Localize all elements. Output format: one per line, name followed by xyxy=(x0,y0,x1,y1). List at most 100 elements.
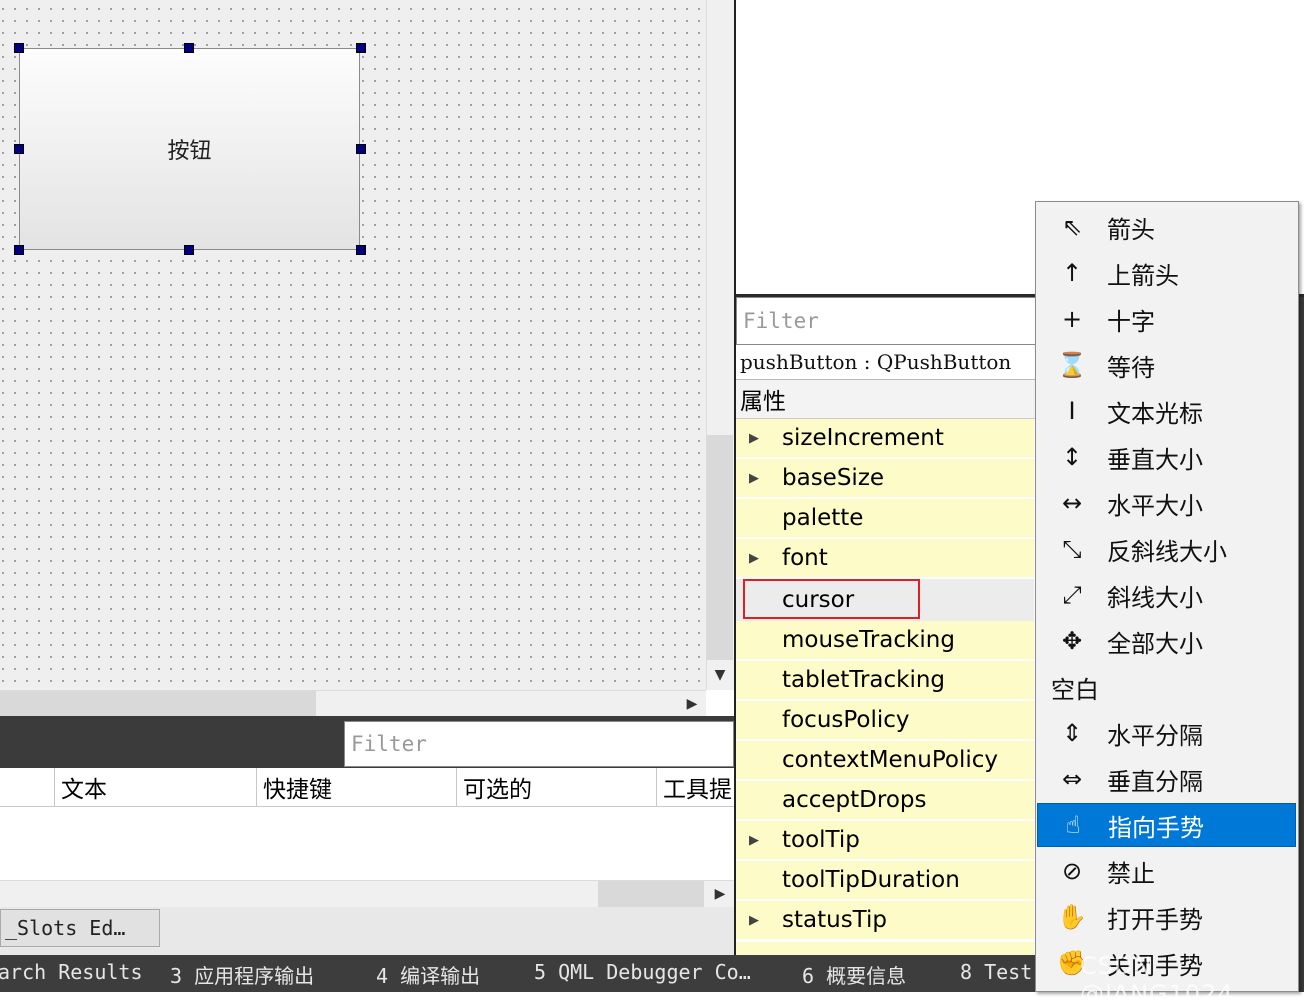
cursor-menu-label: 箭头 xyxy=(1107,215,1155,244)
qml-debugger-tab[interactable]: 5 QML Debugger Co… xyxy=(534,960,751,984)
resize-handle[interactable] xyxy=(14,245,24,255)
expand-arrow-icon[interactable]: ▶ xyxy=(736,913,772,928)
canvas-horizontal-scroll-thumb[interactable] xyxy=(0,691,316,716)
open-hand-icon: ✋ xyxy=(1057,903,1087,931)
resize-handle[interactable] xyxy=(14,144,24,154)
expand-arrow-icon[interactable]: ▶ xyxy=(736,471,772,486)
resize-handle[interactable] xyxy=(184,43,194,53)
test-results-tab[interactable]: 8 Test xyxy=(960,960,1032,984)
property-name: mouseTracking xyxy=(782,627,955,653)
arrow-cursor-icon: ⇖ xyxy=(1061,213,1083,241)
property-row-focusPolicy[interactable]: focusPolicy xyxy=(736,701,1034,741)
cursor-menu-label: 打开手势 xyxy=(1107,905,1203,934)
cursor-menu-item[interactable]: I 文本光标 xyxy=(1037,389,1296,433)
search-results-tab[interactable]: arch Results xyxy=(0,960,143,984)
cursor-menu-item[interactable]: ↑ 上箭头 xyxy=(1037,251,1296,295)
object-class-label: pushButton : QPushButton xyxy=(736,345,1040,380)
cursor-menu-label: 斜线大小 xyxy=(1107,583,1203,612)
property-row-baseSize[interactable]: ▶ baseSize xyxy=(736,459,1034,499)
panel-right-edge xyxy=(1299,297,1304,992)
cursor-menu-label: 水平大小 xyxy=(1107,491,1203,520)
cursor-highlight-box xyxy=(743,579,920,619)
expand-arrow-icon[interactable]: ▶ xyxy=(736,833,772,848)
compile-output-tab[interactable]: 4 编译输出 xyxy=(376,960,480,989)
column-header-checkable[interactable]: 可选的 xyxy=(456,768,656,806)
canvas-vertical-scroll-thumb[interactable] xyxy=(707,435,733,660)
property-name: palette xyxy=(782,505,864,531)
column-header-text[interactable]: 文本 xyxy=(54,768,256,806)
property-row-palette[interactable]: palette xyxy=(736,499,1034,539)
scroll-right-arrow-icon[interactable]: ▶ xyxy=(706,881,734,907)
property-row-partial xyxy=(736,942,1034,955)
cursor-menu-item[interactable]: 空白 xyxy=(1037,665,1296,709)
cursor-menu-item[interactable]: ✥ 全部大小 xyxy=(1037,619,1296,663)
cursor-menu-item[interactable]: ⇔ 垂直分隔 xyxy=(1037,757,1296,801)
cursor-menu-item[interactable]: + 十字 xyxy=(1037,297,1296,341)
cursor-menu-label: 水平分隔 xyxy=(1107,721,1203,750)
property-name: acceptDrops xyxy=(782,787,927,813)
property-row-statusTip[interactable]: ▶ statusTip xyxy=(736,901,1034,941)
hourglass-icon: ⌛ xyxy=(1057,351,1087,379)
cursor-menu-item[interactable]: ⇕ 水平分隔 xyxy=(1037,711,1296,755)
column-header-shortcut[interactable]: 快捷键 xyxy=(256,768,456,806)
expand-arrow-icon[interactable]: ▶ xyxy=(736,431,772,446)
property-row-toolTip[interactable]: ▶ toolTip xyxy=(736,821,1034,861)
action-scroll-thumb[interactable] xyxy=(598,881,704,907)
action-filter-input[interactable]: Filter xyxy=(344,721,734,767)
expand-arrow-icon[interactable]: ▶ xyxy=(736,551,772,566)
cursor-menu-item[interactable]: ⊘ 禁止 xyxy=(1037,849,1296,893)
size-hor-icon: ↔ xyxy=(1061,489,1083,517)
scroll-right-arrow-icon[interactable]: ▶ xyxy=(679,691,705,716)
property-row-acceptDrops[interactable]: acceptDrops xyxy=(736,781,1034,821)
cursor-menu-item[interactable]: ⌛ 等待 xyxy=(1037,343,1296,387)
property-name: toolTipDuration xyxy=(782,867,960,893)
cursor-menu-item[interactable]: ✋ 打开手势 xyxy=(1037,895,1296,939)
resize-handle[interactable] xyxy=(184,245,194,255)
push-button-label: 按钮 xyxy=(167,139,212,164)
cursor-menu-label: 等待 xyxy=(1107,353,1155,382)
scroll-down-arrow-icon[interactable]: ▼ xyxy=(707,662,733,688)
cursor-menu-item[interactable]: ⤢ 斜线大小 xyxy=(1037,573,1296,617)
forbidden-icon: ⊘ xyxy=(1061,857,1083,885)
resize-handle[interactable] xyxy=(356,245,366,255)
resize-handle[interactable] xyxy=(356,144,366,154)
property-name: statusTip xyxy=(782,907,888,933)
cursor-menu-label: 空白 xyxy=(1051,675,1099,704)
size-fdiag-icon: ⤡ xyxy=(1062,535,1082,563)
property-row-mouseTracking[interactable]: mouseTracking xyxy=(736,621,1034,661)
property-row-font[interactable]: ▶ font xyxy=(736,539,1034,579)
column-header-tooltip[interactable]: 工具提 xyxy=(656,768,734,806)
property-row-sizeIncrement[interactable]: ▶ sizeIncrement xyxy=(736,419,1034,459)
pointing-hand-icon: ☝ xyxy=(1065,811,1081,839)
cursor-menu-item[interactable]: ☝ 指向手势 xyxy=(1037,803,1296,847)
cursor-menu-label: 全部大小 xyxy=(1107,629,1203,658)
property-row-contextMenuPolicy[interactable]: contextMenuPolicy xyxy=(736,741,1034,781)
property-filter-input[interactable]: Filter xyxy=(736,297,1036,345)
signals-slots-editor-tab[interactable]: _Slots Ed… xyxy=(0,909,160,947)
property-name: toolTip xyxy=(782,827,860,853)
property-name: sizeIncrement xyxy=(782,425,944,451)
property-column-header[interactable]: 属性 xyxy=(736,380,1040,419)
property-row-tabletTracking[interactable]: tabletTracking xyxy=(736,661,1034,701)
size-ver-icon: ↕ xyxy=(1061,443,1083,471)
general-messages-tab[interactable]: 6 概要信息 xyxy=(802,960,906,989)
up-arrow-cursor-icon: ↑ xyxy=(1061,259,1083,287)
cursor-menu-label: 禁止 xyxy=(1107,859,1155,888)
resize-handle[interactable] xyxy=(14,43,24,53)
size-all-icon: ✥ xyxy=(1061,627,1083,655)
application-output-tab[interactable]: 3 应用程序输出 xyxy=(170,960,314,989)
cursor-menu-item[interactable]: ↕ 垂直大小 xyxy=(1037,435,1296,479)
property-name: baseSize xyxy=(782,465,885,491)
split-v-icon: ⇕ xyxy=(1061,719,1083,747)
cursor-menu-item[interactable]: ↔ 水平大小 xyxy=(1037,481,1296,525)
property-name: font xyxy=(782,545,828,571)
resize-handle[interactable] xyxy=(356,43,366,53)
split-h-icon: ⇔ xyxy=(1061,765,1083,793)
cursor-menu-item[interactable]: ⤡ 反斜线大小 xyxy=(1037,527,1296,571)
size-bdiag-icon: ⤢ xyxy=(1062,581,1082,609)
property-row-toolTipDuration[interactable]: toolTipDuration xyxy=(736,861,1034,901)
action-table-header: 文本 快捷键 可选的 工具提 xyxy=(0,768,734,807)
cursor-menu-item[interactable]: ⇖ 箭头 xyxy=(1037,205,1296,249)
push-button[interactable]: 按钮 xyxy=(19,48,360,250)
cursor-menu-label: 垂直大小 xyxy=(1107,445,1203,474)
